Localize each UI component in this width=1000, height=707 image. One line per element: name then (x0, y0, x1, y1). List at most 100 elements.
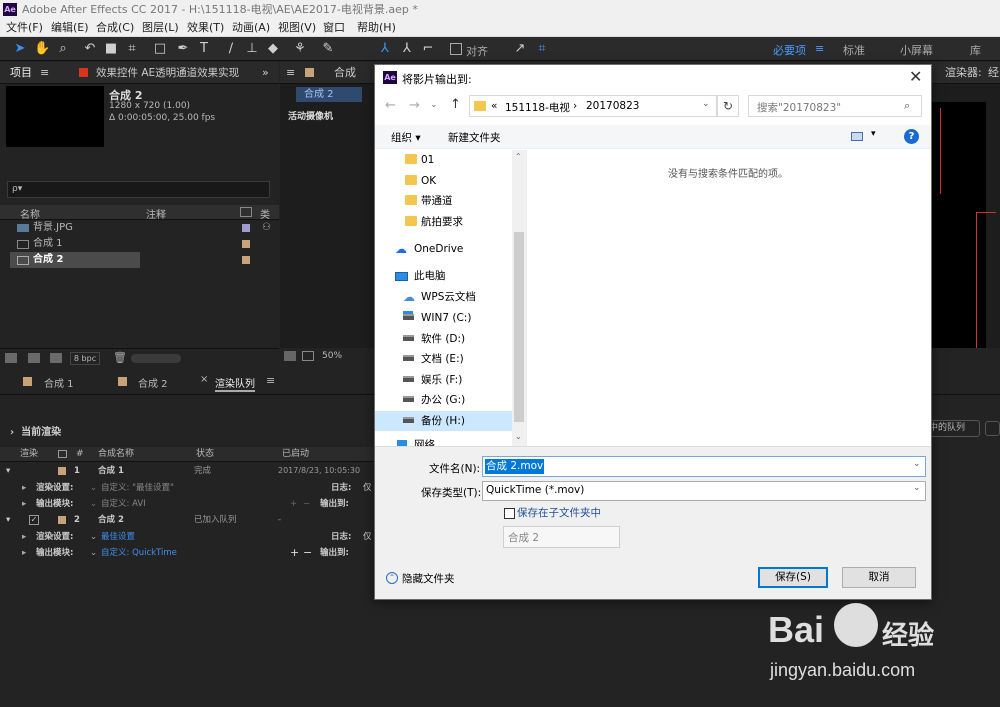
snap-option-icon[interactable]: ↗ (512, 41, 528, 57)
interpret-footage-icon[interactable] (5, 353, 17, 363)
column-started[interactable]: 已启动 (282, 447, 309, 462)
menu-view[interactable]: 视图(V) (278, 19, 316, 37)
label-column-icon[interactable] (58, 450, 67, 458)
subfolder-label[interactable]: 保存在子文件夹中 (517, 505, 601, 520)
menu-window[interactable]: 窗口 (323, 19, 345, 37)
workspace-libraries[interactable]: 库 (970, 42, 981, 58)
disclosure-icon[interactable]: › (10, 427, 14, 438)
disclosure-icon[interactable]: ▸ (22, 480, 26, 496)
close-icon[interactable]: × (200, 374, 208, 385)
breadcrumb-separator[interactable]: › (573, 100, 577, 112)
zoom-tool-icon[interactable]: ⌕ (55, 41, 71, 57)
tree-drive-c[interactable]: WIN7 (C:) (375, 308, 512, 328)
pen-tool-icon[interactable]: ✒ (175, 41, 191, 57)
breadcrumb-item[interactable]: 151118-电视 (505, 100, 570, 115)
project-item[interactable]: 合成 1 (0, 236, 280, 252)
brush-tool-icon[interactable]: ∕ (223, 41, 239, 57)
panel-menu-icon[interactable]: ≡ (266, 374, 275, 387)
panel-menu-icon[interactable]: ≡ (40, 62, 49, 84)
render-item[interactable]: ▾ 1 合成 1 完成 2017/8/23, 10:05:30 (0, 463, 374, 479)
workspace-menu-icon[interactable]: ≡ (815, 42, 824, 55)
close-icon[interactable]: ✕ (909, 67, 922, 86)
comp-name-tab[interactable]: 合成 2 (296, 87, 362, 102)
scroll-down-icon[interactable]: ⌄ (515, 432, 522, 441)
dropdown-arrow-icon[interactable]: ⌄ (90, 529, 97, 545)
tab-comp-1[interactable]: 合成 1 (44, 375, 74, 390)
tree-folder-ok[interactable]: OK (375, 171, 512, 191)
renderer-value[interactable]: 经 (988, 62, 999, 84)
bit-depth-button[interactable]: 8 bpc (70, 352, 100, 365)
refresh-icon[interactable]: ↻ (717, 95, 739, 117)
tree-folder-01[interactable]: 01 (375, 150, 512, 170)
render-item[interactable]: ▾ ✓ 2 合成 2 已加入队列 - (0, 512, 374, 528)
chevron-down-icon[interactable]: ⌄ (913, 459, 921, 469)
expand-arrow-icon[interactable]: ▾ (6, 463, 10, 479)
panel-overflow-icon[interactable]: » (262, 62, 269, 84)
label-column-icon[interactable] (240, 207, 252, 217)
tree-folder-aerial[interactable]: 航拍要求 (375, 212, 512, 232)
zoom-dropdown[interactable]: 50% (322, 351, 342, 361)
trash-icon[interactable]: 🗑 (113, 351, 127, 364)
snap-edges-icon[interactable]: ⌗ (534, 41, 550, 57)
cancel-button[interactable]: 取消 (842, 567, 916, 588)
add-output-icon[interactable]: + (290, 545, 299, 561)
tab-project[interactable]: 项目 (10, 62, 32, 84)
render-button[interactable] (985, 421, 1000, 436)
filename-input[interactable]: 合成 2.mov ⌄ (482, 456, 926, 477)
scroll-up-icon[interactable]: ⌃ (515, 152, 522, 161)
filetype-select[interactable]: QuickTime (*.mov) ⌄ (482, 481, 926, 501)
text-tool-icon[interactable]: T (196, 41, 212, 57)
log-value[interactable]: 仅 (363, 529, 372, 545)
dropdown-arrow-icon[interactable]: ⌄ (90, 545, 97, 561)
tree-drive-h-selected[interactable]: 备份 (H:) (375, 411, 512, 431)
thumbnail-size-slider[interactable] (131, 354, 181, 363)
log-value[interactable]: 仅 (363, 480, 372, 496)
eraser-tool-icon[interactable]: ◆ (265, 41, 281, 57)
disclosure-icon[interactable]: ▸ (22, 496, 26, 512)
rotate-tool-icon[interactable]: ↶ (82, 41, 98, 57)
organize-button[interactable]: 组织 ▾ (391, 130, 421, 145)
new-folder-button[interactable]: 新建文件夹 (448, 130, 501, 145)
project-item-selected[interactable]: 合成 2 (0, 252, 280, 268)
roto-brush-tool-icon[interactable]: ⚘ (292, 41, 308, 57)
up-folder-icon[interactable]: ↑ (450, 97, 461, 112)
render-settings-value[interactable]: 最佳设置 (101, 529, 135, 545)
hand-tool-icon[interactable]: ✋ (34, 41, 50, 57)
chevron-down-icon[interactable]: ⌄ (913, 483, 921, 493)
expand-arrow-icon[interactable]: ▾ (6, 512, 10, 528)
tab-comp-2[interactable]: 合成 2 (138, 375, 168, 390)
project-search-input[interactable]: ρ▾ (7, 181, 270, 198)
camera-tool-icon[interactable]: ■ (103, 41, 119, 57)
subfolder-checkbox[interactable] (504, 508, 515, 519)
project-item[interactable]: 背景.JPG ⚇ (0, 220, 280, 236)
menu-animation[interactable]: 动画(A) (232, 19, 270, 37)
workspace-small-screen[interactable]: 小屏幕 (900, 42, 933, 58)
history-dropdown-icon[interactable]: ⌄ (430, 100, 438, 110)
menu-help[interactable]: 帮助(H) (357, 19, 396, 37)
local-axis-icon[interactable]: ⅄ (377, 41, 393, 57)
disclosure-icon[interactable]: ▸ (22, 545, 26, 561)
tree-drive-f[interactable]: 娱乐 (F:) (375, 370, 512, 390)
world-axis-icon[interactable]: ⅄ (399, 41, 415, 57)
selection-tool-icon[interactable]: ➤ (12, 41, 28, 57)
column-comp-name[interactable]: 合成名称 (98, 447, 134, 462)
tree-this-pc[interactable]: 此电脑 (375, 266, 512, 286)
column-comment[interactable]: 注释 (146, 206, 166, 221)
column-status[interactable]: 状态 (196, 447, 214, 462)
breadcrumb-item[interactable]: 20170823 (586, 100, 639, 112)
new-comp-icon[interactable] (50, 353, 62, 363)
column-render[interactable]: 渲染 (20, 447, 38, 462)
breadcrumb-overflow[interactable]: « (491, 100, 497, 112)
column-type[interactable]: 类 (260, 206, 270, 221)
snap-checkbox[interactable] (450, 43, 462, 55)
forward-icon[interactable]: → (409, 98, 420, 113)
render-checkbox[interactable]: ✓ (29, 515, 39, 525)
menu-layer[interactable]: 图层(L) (142, 19, 179, 37)
new-folder-icon[interactable] (28, 353, 40, 363)
pan-behind-tool-icon[interactable]: ⌗ (124, 41, 140, 57)
nav-scrollbar[interactable]: ⌃ ⌄ (512, 150, 526, 446)
tree-drive-g[interactable]: 办公 (G:) (375, 390, 512, 410)
clone-stamp-tool-icon[interactable]: ⊥ (244, 41, 260, 57)
dropdown-arrow-icon[interactable]: ⌄ (90, 496, 97, 512)
column-name[interactable]: 名称 (20, 206, 40, 221)
